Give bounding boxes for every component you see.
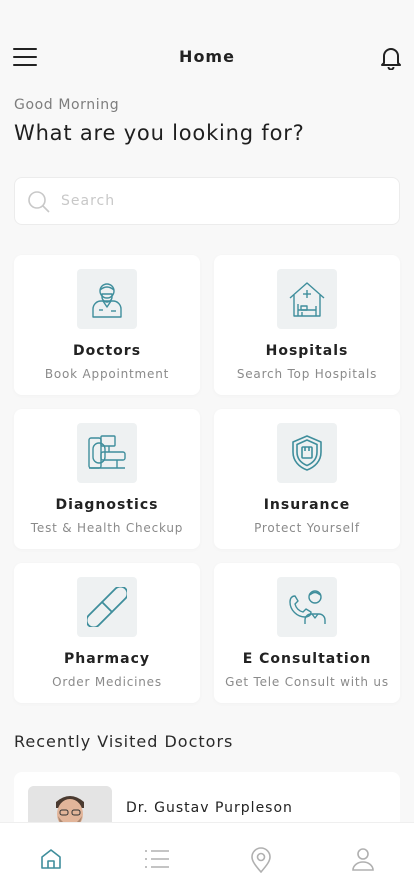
category-title: E Consultation [242, 651, 372, 667]
shield-icon [277, 423, 337, 483]
page-title: Home [179, 47, 235, 66]
category-card-pharmacy[interactable]: Pharmacy Order Medicines [14, 563, 200, 703]
category-title: Pharmacy [63, 651, 151, 667]
category-subtitle: Get Tele Consult with us [225, 675, 389, 689]
tele-consult-icon [277, 577, 337, 637]
greeting-text: Good Morning [14, 97, 120, 113]
bottom-tab-bar [0, 822, 414, 896]
hospital-icon [277, 269, 337, 329]
category-title: Diagnostics [55, 497, 159, 513]
category-subtitle: Book Appointment [44, 367, 170, 381]
category-title: Hospitals [265, 343, 349, 359]
category-subtitle: Test & Health Checkup [30, 521, 184, 535]
diagnostics-icon [77, 423, 137, 483]
doctor-icon [77, 269, 137, 329]
location-pin-icon[interactable] [249, 847, 273, 874]
category-title: Insurance [263, 497, 351, 513]
category-subtitle: Order Medicines [52, 675, 162, 689]
category-card-doctors[interactable]: Doctors Book Appointment [14, 255, 200, 395]
list-icon[interactable] [144, 847, 169, 873]
category-card-hospitals[interactable]: Hospitals Search Top Hospitals [214, 255, 400, 395]
doctor-name: Dr. Gustav Purpleson [126, 800, 293, 816]
recent-doctors-heading: Recently Visited Doctors [14, 732, 234, 751]
category-title: Doctors [72, 343, 142, 359]
category-card-e-consultation[interactable]: E Consultation Get Tele Consult with us [214, 563, 400, 703]
category-card-insurance[interactable]: Insurance Protect Yourself [214, 409, 400, 549]
category-subtitle: Protect Yourself [254, 521, 360, 535]
main-heading: What are you looking for? [14, 121, 305, 145]
home-icon[interactable] [39, 847, 63, 873]
search-icon [28, 191, 50, 213]
pill-icon [77, 577, 137, 637]
profile-icon[interactable] [352, 847, 376, 873]
category-card-diagnostics[interactable]: Diagnostics Test & Health Checkup [14, 409, 200, 549]
search-input[interactable] [61, 188, 381, 214]
top-bar: Home [0, 40, 414, 76]
search-bar[interactable] [14, 177, 400, 225]
bell-icon[interactable] [380, 46, 402, 71]
category-subtitle: Search Top Hospitals [236, 367, 378, 381]
